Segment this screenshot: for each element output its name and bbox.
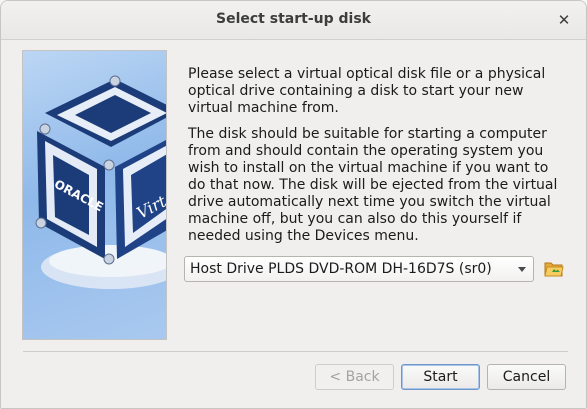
titlebar: Select start-up disk ✕ (1, 1, 586, 40)
drive-select[interactable]: Host Drive PLDS DVD-ROM DH-16D7S (sr0) (184, 256, 534, 282)
virtualbox-logo-panel: ORACLE Virt (22, 50, 167, 340)
chevron-down-icon (518, 267, 526, 272)
folder-open-icon (544, 262, 564, 277)
close-button[interactable]: ✕ (552, 8, 576, 32)
instruction-paragraph-2: The disk should be suitable for starting… (188, 126, 558, 244)
virtualbox-cube-logo-icon: ORACLE Virt (35, 75, 166, 289)
drive-select-value: Host Drive PLDS DVD-ROM DH-16D7S (sr0) (190, 261, 492, 277)
button-divider (23, 351, 568, 352)
instruction-paragraph-1: Please select a virtual optical disk fil… (188, 66, 546, 116)
start-button[interactable]: Start (401, 364, 480, 390)
back-button[interactable]: < Back (315, 364, 394, 390)
cancel-button[interactable]: Cancel (487, 364, 566, 390)
dialog-title: Select start-up disk (216, 11, 371, 27)
instructions: Please select a virtual optical disk fil… (188, 66, 568, 254)
choose-disk-file-button[interactable] (544, 259, 564, 279)
dialog-window: Select start-up disk ✕ ORACLE Virt Pleas… (0, 0, 587, 409)
close-icon: ✕ (557, 11, 571, 29)
